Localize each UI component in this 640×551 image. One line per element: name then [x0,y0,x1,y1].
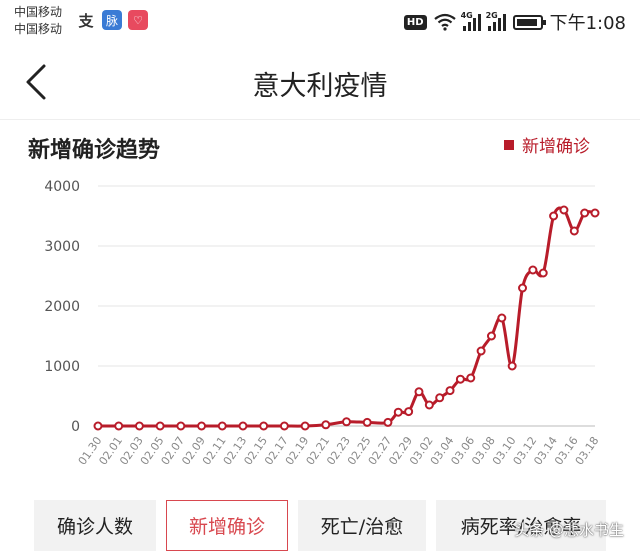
watermark: 头条 @悲水书生 [514,521,624,539]
carrier-label-1: 中国移动 [14,5,63,19]
wifi-icon [433,13,456,31]
y-tick-label: 3000 [44,239,80,255]
data-point[interactable] [362,417,372,427]
carrier-label-2: 中国移动 [14,22,63,36]
data-point[interactable] [580,208,590,218]
status-bar: 中国移动 中国移动 支 脉 ♡ HD 4G 2G 下午1:08 [0,0,640,44]
data-point[interactable] [476,346,486,356]
data-point[interactable] [404,407,414,417]
tab-confirmed-total[interactable]: 确诊人数 [34,500,156,551]
data-point[interactable] [197,421,207,431]
data-point[interactable] [507,361,517,371]
data-point[interactable] [590,208,600,218]
signal-icon-1: 4G [460,11,481,31]
y-tick-label: 0 [71,419,80,435]
y-tick-label: 4000 [44,179,80,195]
data-point[interactable] [217,421,227,431]
data-point[interactable] [518,283,528,293]
maimai-icon: 脉 [102,10,122,30]
data-point[interactable] [538,268,548,278]
nav-bar: 意大利疫情 [0,44,640,120]
data-point[interactable] [155,421,165,431]
network-type-2: 2G [485,11,498,20]
series-line [96,206,597,428]
y-tick-label: 2000 [44,299,80,315]
data-point[interactable] [497,313,507,323]
data-point[interactable] [445,386,455,396]
heart-app-icon: ♡ [128,10,148,30]
data-point[interactable] [93,421,103,431]
data-point[interactable] [486,331,496,341]
system-indicators: HD 4G 2G 下午1:08 [403,9,626,35]
tab-new-confirmed[interactable]: 新增确诊 [166,500,288,551]
data-point[interactable] [569,226,579,236]
chart-title: 新增确诊趋势 [28,138,161,163]
network-type-1: 4G [460,11,473,20]
data-point[interactable] [414,387,424,397]
data-point[interactable] [238,421,248,431]
battery-icon [512,14,546,30]
data-point[interactable] [549,211,559,221]
data-point[interactable] [383,417,393,427]
data-point[interactable] [559,205,569,215]
status-time: 下午1:08 [549,13,626,34]
y-tick-label: 1000 [44,359,80,375]
tab-deaths-recovered[interactable]: 死亡/治愈 [298,500,426,551]
page-title: 意大利疫情 [252,71,388,102]
legend-label: 新增确诊 [522,137,590,157]
data-point[interactable] [528,265,538,275]
notification-icons: 支 脉 ♡ [76,10,148,30]
data-point[interactable] [134,421,144,431]
data-point[interactable] [466,373,476,383]
data-point[interactable] [435,393,445,403]
legend-swatch [504,139,514,150]
chart-legend[interactable]: 新增确诊 [504,132,590,157]
data-point[interactable] [176,421,186,431]
signal-icon-2: 2G [485,11,506,31]
data-point[interactable] [279,421,289,431]
data-point[interactable] [342,417,351,427]
trend-line-chart[interactable]: 01000200030004000 01.3002.0102.0302.0502… [0,168,640,498]
data-point[interactable] [259,421,269,431]
data-point[interactable] [455,374,465,384]
hd-icon: HD [403,14,427,30]
data-point[interactable] [393,407,403,417]
data-point[interactable] [424,400,434,410]
data-point[interactable] [114,421,124,431]
data-point[interactable] [300,421,310,431]
data-point[interactable] [321,420,331,430]
alipay-icon: 支 [78,11,94,30]
